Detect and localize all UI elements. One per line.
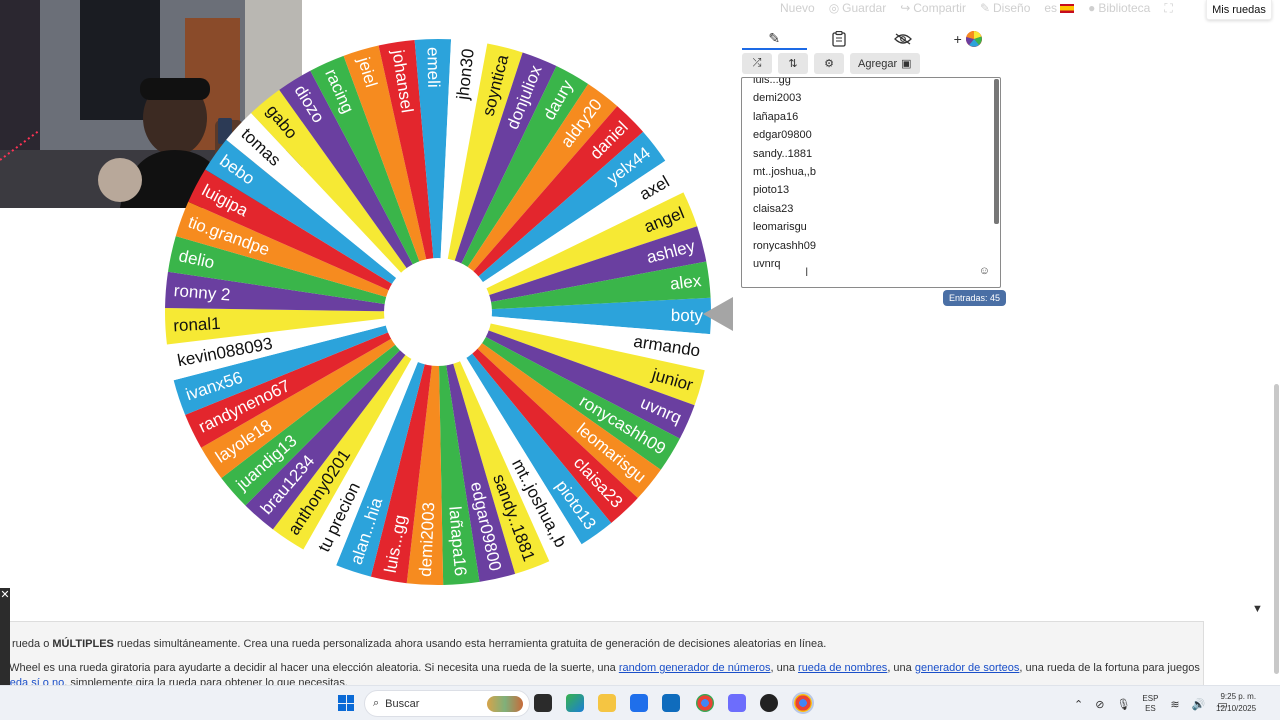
description-line-1: rueda o MÚLTIPLES ruedas simultáneamente… [12, 638, 827, 650]
wheel-label: ronal1 [173, 314, 221, 335]
wheel-label: alex [669, 271, 703, 294]
share-icon: ↪ [900, 1, 911, 15]
tab-add-wheel[interactable]: + [936, 28, 1001, 50]
save-button[interactable]: ◎ Guardar [829, 1, 887, 15]
name-wheel-link[interactable]: rueda de nombres [798, 662, 887, 674]
entries-count-badge: Entradas: 45 [943, 290, 1007, 306]
language-indicator[interactable]: ESP ES [1142, 694, 1158, 714]
entries-list: luis...gg demi2003 lañapa16 edgar09800 sandy… [753, 77, 816, 273]
obs-icon[interactable] [760, 694, 778, 712]
entry-item: edgar09800 [753, 129, 812, 142]
wheel-label: demi2003 [416, 502, 439, 577]
entry-item: luis...gg [753, 77, 791, 86]
description-line-3: rueda sí o no, simplemente gira la rueda… [0, 677, 348, 685]
save-icon: ◎ [828, 1, 840, 15]
my-wheels-button[interactable]: Mis ruedas [1206, 0, 1272, 20]
store-icon[interactable] [630, 694, 648, 712]
color-wheel-icon [965, 31, 982, 47]
entry-item: ronycashh09 [753, 239, 816, 252]
entry-item: pioto13 [753, 184, 790, 197]
design-button[interactable]: ✎ Diseño [980, 1, 1030, 15]
entries-textarea[interactable]: luis...gg demi2003 lañapa16 edgar09800 sandy… [741, 77, 1001, 288]
description-section: rueda o MÚLTIPLES ruedas simultáneamente… [0, 621, 1204, 685]
page-scrollbar[interactable] [1274, 384, 1279, 674]
chevron-down-icon[interactable]: ▼ [1252, 603, 1263, 615]
tab-results[interactable] [807, 28, 872, 50]
entries-scrollbar[interactable] [994, 79, 999, 224]
shuffle-button[interactable]: ⤮ [742, 53, 772, 74]
fullscreen-icon: ⛶ [1164, 0, 1173, 15]
volume-icon[interactable]: 🔊 [1192, 698, 1206, 711]
entry-item: lañapa16 [753, 110, 799, 123]
tab-hide[interactable] [871, 28, 936, 50]
spain-flag-icon [1060, 3, 1075, 13]
entry-item: sandy..1881 [753, 147, 813, 160]
search-icon: ⌕ [373, 697, 380, 709]
editor-tabs: ✎ + [742, 28, 1000, 50]
spinning-wheel[interactable]: botyarmandojunioruvnrqronycashh09leomari… [162, 36, 714, 588]
task-view-icon[interactable] [534, 694, 552, 712]
sort-icon: ⇅ [788, 58, 798, 70]
raffle-link[interactable]: generador de sorteos [915, 662, 1020, 674]
random-number-link[interactable]: random generador de números [619, 662, 771, 674]
wheel-center-hub[interactable] [384, 258, 492, 366]
wheel-label: emeli [423, 47, 443, 88]
top-nav: Nuevo ◎ Guardar ↪ Compartir ✎ Diseño es ● Bi… [780, 0, 1173, 16]
windows-start-icon[interactable] [338, 695, 354, 711]
eye-off-icon [894, 33, 913, 45]
app-icon[interactable] [728, 694, 746, 712]
close-overlay-button[interactable]: ✕ [0, 588, 10, 686]
new-wheel-button[interactable]: Nuevo [780, 1, 815, 15]
network-off-icon[interactable]: ⊘ [1095, 698, 1104, 711]
sort-button[interactable]: ⇅ [778, 53, 808, 74]
wifi-icon[interactable]: ≋ [1170, 698, 1179, 711]
share-button[interactable]: ↪ Compartir [900, 1, 966, 15]
tab-edit[interactable]: ✎ [742, 28, 807, 50]
system-tray: ⌃ ⊘ 🎙 ESP ES ≋ 🔊 ▭ [1074, 691, 1228, 717]
gear-icon: ⚙ [824, 58, 834, 70]
entry-item: mt..joshua,,b [753, 166, 816, 179]
library-button[interactable]: ● Biblioteca [1088, 1, 1150, 15]
wheel-pointer [703, 297, 733, 331]
emoji-icon[interactable]: ☺ [979, 265, 990, 277]
outlook-icon[interactable] [662, 694, 680, 712]
taskbar-search[interactable]: ⌕ Buscar [364, 690, 530, 717]
entry-item: demi2003 [753, 92, 802, 105]
chrome-active-icon[interactable] [792, 692, 814, 714]
taskbar: ⌕ Buscar ⌃ ⊘ 🎙 ESP ES ≋ 🔊 ▭ 9:25 p. m. 12/1… [0, 685, 1280, 720]
entry-item: claisa23 [753, 202, 794, 215]
add-icon: + [953, 31, 962, 47]
clipboard-icon [832, 31, 846, 47]
microphone-icon[interactable]: 🎙 [1116, 698, 1130, 711]
entry-item: leomarisgu [753, 221, 807, 234]
settings-button[interactable]: ⚙ [814, 53, 844, 74]
file-explorer-icon[interactable] [598, 694, 616, 712]
image-icon: ▣ [901, 58, 912, 70]
chevron-up-icon[interactable]: ⌃ [1074, 698, 1083, 711]
chrome-icon[interactable] [696, 694, 714, 712]
clock[interactable]: 9:25 p. m. 12/10/2025 [1216, 691, 1256, 715]
shuffle-icon: ⤮ [752, 57, 762, 69]
copilot-icon[interactable] [566, 694, 584, 712]
brush-icon: ✎ [979, 1, 991, 15]
text-cursor-icon: I [805, 265, 809, 279]
search-highlight-icon [487, 695, 523, 712]
editor-toolbar: ⤮ ⇅ ⚙ Agregar ▣ [742, 53, 920, 74]
globe-icon: ● [1088, 1, 1096, 15]
description-line-2: e Wheel es una rueda giratoria para ayud… [0, 662, 1203, 674]
add-image-button[interactable]: Agregar ▣ [850, 53, 920, 74]
language-selector[interactable]: es [1044, 1, 1075, 15]
wheel-label: boty [671, 306, 704, 325]
screen: Nuevo ◎ Guardar ↪ Compartir ✎ Diseño es ● Bi… [0, 0, 1280, 720]
fullscreen-button[interactable]: ⛶ [1164, 1, 1172, 16]
pencil-icon: ✎ [768, 29, 781, 46]
